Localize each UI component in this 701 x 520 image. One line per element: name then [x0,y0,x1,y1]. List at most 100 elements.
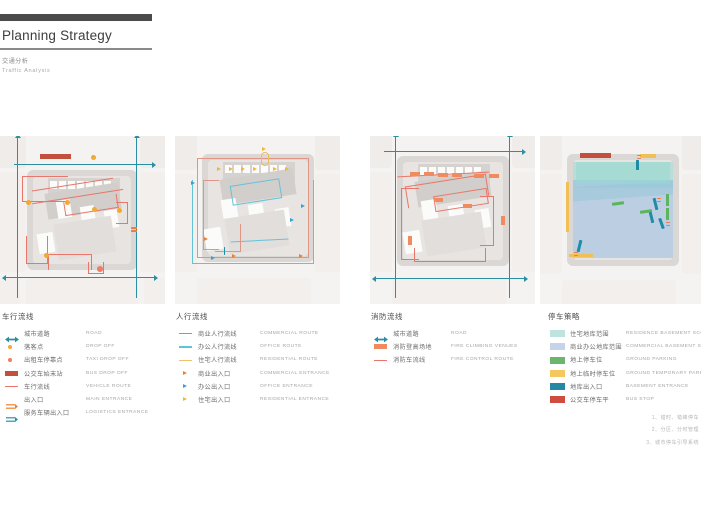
line-icon [179,359,192,361]
legend-label-en: DROP OFF [86,344,115,350]
bus-stop-marker [40,154,71,159]
diagram-row [0,136,701,304]
legend-pedestrian-route: 人行流线 商业人行流线 COMMERCIAL ROUTE 办公人行流线 OFFICE … [176,311,356,406]
color-swatch-icon [550,356,565,364]
legend-item: 公交车停车平 BUS STOP [548,393,701,406]
legend-item: 商业出入口 COMMERCIAL ENTRANCE [176,367,356,380]
legend-label-cn: 消防登高场地 [393,344,432,352]
legend-item: 住宅出入口 RESIDENTIAL ENTRANCE [176,393,356,406]
legend-label-en: COMMERCIAL ENTRANCE [260,370,330,376]
legend-title: 消防流线 [371,312,403,321]
legend-label-en: RESIDENCE BASEMENT SCOPE [626,331,701,337]
legend-vehicle-route: 车行流线 城市道路 ROAD 落客点 DROP OFF 出租车停靠点 TAXI DROP … [2,311,170,422]
color-swatch-icon [550,343,565,351]
legend-label-en: FIRE CLIMBING VENUES [451,344,518,350]
legend-label-cn: 城市道路 [24,331,50,339]
double-arrow-icon [374,330,388,343]
legend-label-cn: 城市道路 [393,331,419,339]
legend-item: 消防车流线 FIRE CONTROL ROUTE [371,353,543,366]
legend-item: 消防登高场地 FIRE CLIMBING VENUES [371,340,543,353]
legend-label-en: ROAD [86,331,102,337]
legend-icon [371,340,393,353]
legend-label-cn: 住宅出入口 [198,397,231,405]
legend-rows: 商业人行流线 COMMERCIAL ROUTE 办公人行流线 OFFICE ROUTE… [176,327,356,406]
legend-icon [2,406,24,422]
legend-fire-route: 消防流线 城市道路 ROAD 消防登高场地 FIRE CLIMBING VENUES 消… [371,311,543,367]
header-accent-bar [0,14,152,21]
legend-label-cn: 出租车停靠点 [24,357,63,365]
legend-icon [548,353,570,366]
diagram-fire-control [370,136,535,304]
page-subtitle: 交通分析 Traffic Analysis [2,58,51,75]
legend-label-cn: 办公人行流线 [198,344,237,352]
legend-item: 住宅地库范围 RESIDENCE BASEMENT SCOPE [548,327,701,340]
legend-label-en: RESIDENTIAL ENTRANCE [260,397,330,403]
line-icon [179,333,192,335]
legend-label-en: LOGISTICS ENTRANCE [86,410,149,416]
legend-item: 落客点 DROP OFF [2,340,170,353]
diagram-parking-strategy [540,136,701,304]
legend-label-en: OFFICE ROUTE [260,344,302,350]
line-icon [374,359,387,361]
triangle-icon [183,370,187,375]
dot-icon [8,344,13,349]
legend-label-cn: 住宅地库范围 [570,331,609,339]
color-swatch-icon [550,369,565,377]
legend-icon [371,327,393,343]
legend-icon [2,327,24,343]
legend-item: 商业人行流线 COMMERCIAL ROUTE [176,327,356,340]
legend-item: 城市道路 ROAD [2,327,170,343]
diagram-vehicle-circulation [0,136,165,304]
legend-icon [548,367,570,380]
legend-item: 出租车停靠点 TAXI DROP OFF [2,353,170,366]
legend-icon [2,393,24,409]
legend-icon [2,340,24,353]
legend-icon [2,380,24,393]
legend-label-en: BUS STOP [626,397,655,403]
legend-label-cn: 商业办公地库范围 [570,344,622,352]
legend-item: 城市道路 ROAD [371,327,543,343]
legend-item: 车行流线 VEHICLE ROUTE [2,380,170,393]
legend-item: 商业办公地库范围 COMMERCIAL BASEMENT SCOPE [548,340,701,353]
legend-rows: 城市道路 ROAD 消防登高场地 FIRE CLIMBING VENUES 消防车流线 F… [371,327,543,367]
note-line: 2、分区、分时管理 [651,427,699,434]
legend-icon [176,340,198,353]
legend-label-en: TAXI DROP OFF [86,357,129,363]
legend-label-cn: 车行流线 [24,383,50,391]
rect-icon [5,370,18,376]
legend-item: 地库出入口 BASEMENT ENTRANCE [548,380,701,393]
legend-label-cn: 商业人行流线 [198,331,237,339]
legend-icon [176,393,198,406]
color-swatch-icon [550,396,565,404]
legend-item: 办公出入口 OFFICE ENTRANCE [176,380,356,393]
legend-label-en: GROUND PARKING [626,357,678,363]
legend-title: 车行流线 [2,312,34,321]
entrance-icon [6,397,18,409]
legend-label-cn: 地上临时停车位 [570,370,616,378]
legend-label-cn: 出入口 [24,397,44,405]
legend-label-en: COMMERCIAL BASEMENT SCOPE [626,344,701,350]
legend-label-cn: 公交车始末站 [24,370,63,378]
legend-label-en: BASEMENT ENTRANCE [626,383,689,389]
legend-rows: 城市道路 ROAD 落客点 DROP OFF 出租车停靠点 TAXI DROP OFF 公交… [2,327,170,422]
note-line: 1、错时、错峰停车 [651,415,699,421]
subtitle-chinese: 交通分析 [2,58,29,65]
legend-label-cn: 公交车停车平 [570,397,609,405]
legend-icon [176,353,198,366]
legend-label-cn: 商业出入口 [198,370,231,378]
legend-label-en: BUS DROP OFF [86,370,128,376]
legend-label-en: MAIN ENTRANCE [86,397,133,403]
legend-label-cn: 服务车辆出入口 [24,410,70,418]
legend-label-cn: 地库出入口 [570,383,603,391]
line-icon [179,346,192,348]
legend-rows: 住宅地库范围 RESIDENCE BASEMENT SCOPE 商业办公地库范围 CO… [548,327,701,406]
entrance-icon [6,410,18,422]
legend-icon [548,393,570,406]
legend-label-cn: 办公出入口 [198,383,231,391]
legend-icon [176,380,198,393]
legend-item: 服务车辆出入口 LOGISTICS ENTRANCE [2,406,170,422]
legend-icon [548,380,570,393]
legend-icon [176,367,198,380]
legend-label-en: OFFICE ENTRANCE [260,383,313,389]
legend-icon [2,353,24,366]
